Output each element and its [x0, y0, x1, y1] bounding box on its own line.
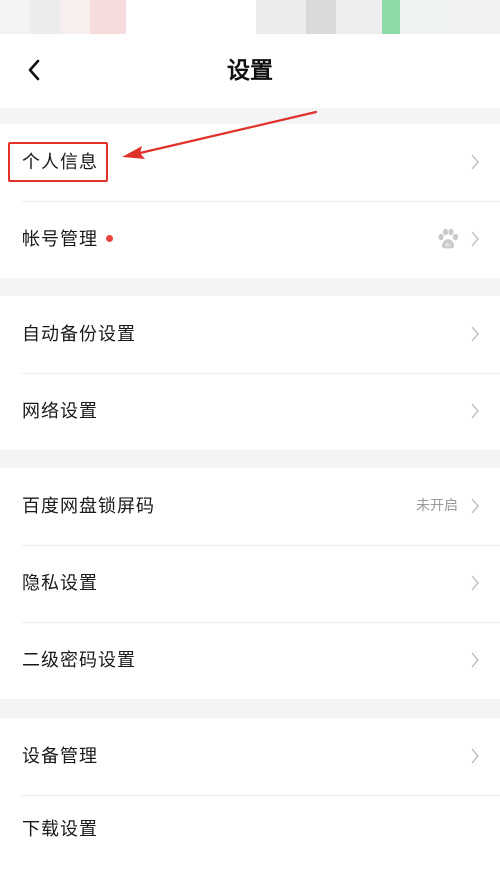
chevron-right-icon	[471, 575, 480, 591]
baidu-paw-icon: du	[438, 228, 459, 249]
row-privacy-settings[interactable]: 隐私设置	[0, 545, 500, 622]
status-bar	[0, 0, 500, 34]
status-blur-right-3	[336, 0, 382, 34]
row-label: 设备管理	[22, 746, 98, 767]
status-blur-left-2	[30, 0, 60, 34]
row-device-management[interactable]: 设备管理	[0, 718, 500, 795]
row-label: 网络设置	[22, 401, 98, 422]
row-network-settings[interactable]: 网络设置	[0, 373, 500, 450]
settings-group-4: 设备管理 下载设置	[0, 718, 500, 889]
row-label: 帐号管理	[22, 201, 113, 278]
row-personal-info[interactable]: 个人信息	[0, 124, 500, 201]
row-label: 百度网盘锁屏码	[22, 496, 155, 517]
notification-dot	[106, 234, 113, 242]
settings-group-2: 自动备份设置 网络设置	[0, 296, 500, 450]
row-label: 下载设置	[22, 819, 98, 840]
row-download-settings[interactable]: 下载设置	[0, 795, 500, 872]
nav-bar: 设置	[0, 34, 500, 108]
row-label: 二级密码设置	[22, 650, 136, 671]
status-blur-right-6	[452, 0, 500, 34]
row-lock-screen-code[interactable]: 百度网盘锁屏码 未开启	[0, 468, 500, 545]
status-blur-right-4	[382, 0, 400, 34]
page-title: 设置	[227, 58, 273, 84]
status-blur-left-1	[0, 0, 30, 34]
status-blur-left-4	[90, 0, 126, 34]
row-value: 未开启	[416, 498, 458, 514]
row-secondary-password[interactable]: 二级密码设置	[0, 622, 500, 699]
svg-text:du: du	[445, 243, 451, 249]
row-auto-backup[interactable]: 自动备份设置	[0, 296, 500, 373]
row-label: 隐私设置	[22, 573, 98, 594]
chevron-right-icon	[471, 748, 480, 764]
row-label-text: 帐号管理	[22, 229, 98, 250]
chevron-right-icon	[471, 403, 480, 419]
row-label: 自动备份设置	[22, 324, 136, 345]
chevron-right-icon	[471, 652, 480, 668]
chevron-right-icon	[471, 231, 480, 247]
row-label: 个人信息	[22, 152, 98, 173]
status-blur-left-3	[60, 0, 90, 34]
chevron-right-icon	[471, 326, 480, 342]
row-account-management[interactable]: 帐号管理 du	[0, 201, 500, 278]
chevron-right-icon	[471, 498, 480, 514]
settings-group-1: 个人信息 帐号管理 du	[0, 124, 500, 278]
status-blur-right-5	[400, 0, 452, 34]
status-blur-right-1	[256, 0, 306, 34]
chevron-right-icon	[471, 154, 480, 170]
status-blur-right-2	[306, 0, 336, 34]
settings-group-3: 百度网盘锁屏码 未开启 隐私设置 二级密码设置	[0, 468, 500, 699]
